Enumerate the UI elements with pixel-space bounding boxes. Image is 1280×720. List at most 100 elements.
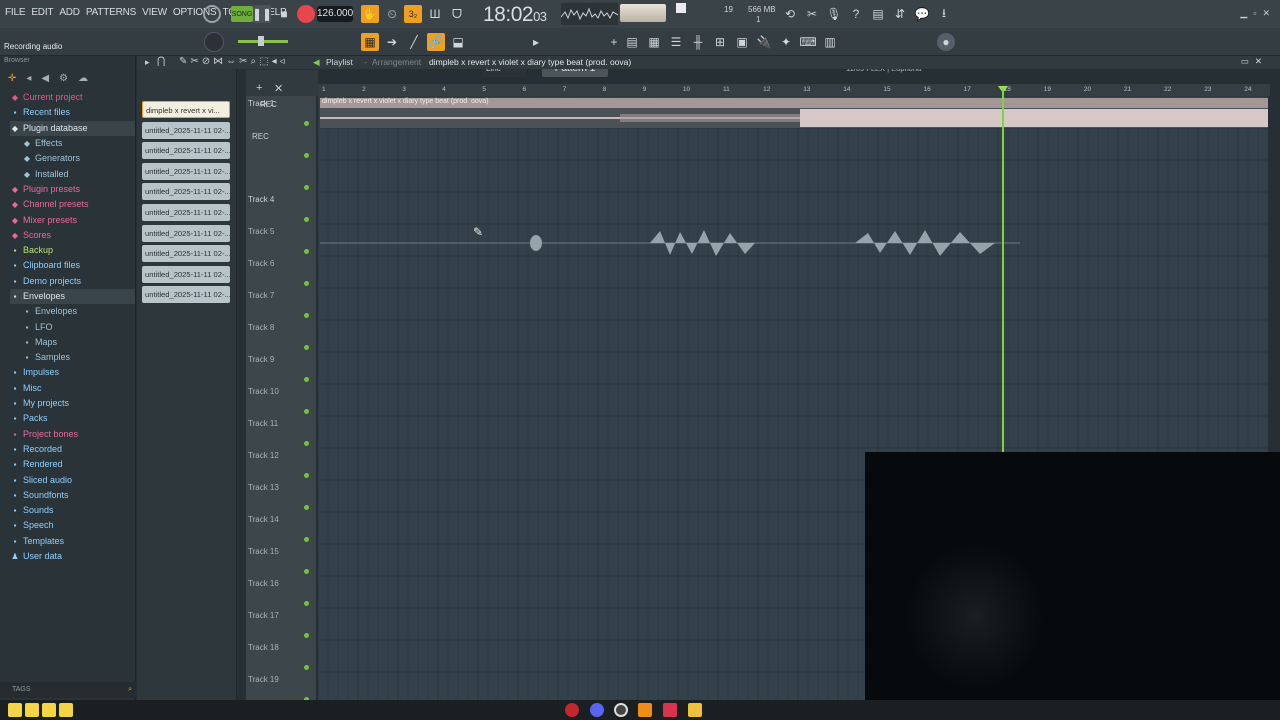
browser-toggle-icon[interactable]: ⊞ (711, 33, 729, 51)
browser-item-samples[interactable]: ▪ Samples (10, 350, 135, 365)
picker-clip[interactable]: untitled_2025-11-11 02-... (142, 183, 230, 201)
menu-edit[interactable]: EDIT (31, 7, 53, 18)
track-label[interactable]: Track 13 (248, 483, 279, 492)
track-label[interactable]: REC (252, 132, 269, 141)
opera-icon[interactable] (565, 703, 579, 717)
browser-back-icon[interactable]: ◂ (26, 73, 31, 84)
track-label[interactable]: Track 8 (248, 323, 274, 332)
track-label[interactable]: Track 7 (248, 291, 274, 300)
browser-item-rendered[interactable]: ▪ Rendered (10, 457, 135, 472)
browser-item-mixer-presets[interactable]: ◆ Mixer presets (10, 212, 135, 227)
track-mute-led[interactable] (304, 569, 309, 574)
browser-item-soundfonts[interactable]: ▪ Soundfonts (10, 488, 135, 503)
app-grid-icon[interactable] (663, 703, 677, 717)
chat-icon[interactable]: 💬 (913, 5, 931, 23)
master-volume-handle[interactable] (258, 36, 264, 46)
track-label[interactable]: Track 18 (248, 643, 279, 652)
shop-icon[interactable]: ▥ (821, 33, 839, 51)
browser-collapse-icon[interactable]: ◀ (41, 73, 49, 84)
track-label[interactable]: Track 15 (248, 547, 279, 556)
playlist-icon[interactable]: ▤ (623, 33, 641, 51)
track-mute-led[interactable] (304, 537, 309, 542)
menu-add[interactable]: ADD (59, 7, 80, 18)
browser-options-icon[interactable]: ✛ (8, 73, 16, 84)
draw-tool-icon[interactable]: ╱ (405, 33, 423, 51)
picker-clip[interactable]: untitled_2025-11-11 02-... (142, 162, 230, 180)
song-position-clock[interactable]: 18:0203 (483, 3, 547, 27)
channel-rack-icon[interactable]: ☰ (667, 33, 685, 51)
picker-clip[interactable]: untitled_2025-11-11 02-... (142, 142, 230, 160)
browser-item-sounds[interactable]: ▪ Sounds (10, 503, 135, 518)
track-label[interactable]: REC (260, 100, 277, 109)
browser-item-clipboard-files[interactable]: ▪ Clipboard files (10, 258, 135, 273)
start-tile-icon-2[interactable] (25, 703, 39, 717)
mixer-icon[interactable]: ╫ (689, 33, 707, 51)
track-mute-led[interactable] (304, 665, 309, 670)
picker-clip[interactable]: untitled_2025-11-11 02-... (142, 204, 230, 221)
browser-item-sliced-audio[interactable]: ▪ Sliced audio (10, 472, 135, 487)
microphone-icon[interactable]: 🎙 (825, 5, 843, 23)
browser-item-envelopes[interactable]: ▪ Envelopes (10, 304, 135, 319)
save-icon[interactable]: ▤ (869, 5, 887, 23)
browser-item-user-data[interactable]: ♟ User data (10, 549, 135, 564)
browser-item-scores[interactable]: ◆ Scores (10, 228, 135, 243)
countdown-icon[interactable]: 3₂ (404, 5, 422, 23)
track-mute-led[interactable] (304, 345, 309, 350)
browser-item-lfo[interactable]: ▪ LFO (10, 319, 135, 334)
track-mute-led[interactable] (304, 153, 309, 158)
picker-clip[interactable]: untitled_2025-11-11 02-... (142, 265, 230, 283)
picker-clip[interactable]: untitled_2025-11-11 02-... (142, 224, 230, 242)
menu-patterns[interactable]: PATTERNS (86, 7, 136, 18)
song-mode-button[interactable]: SONG (231, 6, 253, 22)
tags-bar[interactable]: TAGS ⌕ (0, 682, 136, 698)
track-label[interactable]: Track 6 (248, 259, 274, 268)
track-label[interactable]: Track 4 (248, 195, 274, 204)
step-edit-icon[interactable]: Ш (426, 5, 444, 23)
remove-track-icon[interactable]: ✕ (274, 82, 283, 95)
menu-file[interactable]: FILE (5, 7, 26, 18)
track-label[interactable]: Track 9 (248, 355, 274, 364)
stop-button[interactable]: ■ (275, 5, 293, 23)
track-label[interactable]: Track 17 (248, 611, 279, 620)
undo-icon[interactable]: ⟲ (781, 5, 799, 23)
start-tile-icon[interactable] (8, 703, 22, 717)
track-label[interactable]: Track 19 (248, 675, 279, 684)
browser-item-my-projects[interactable]: ▪ My projects (10, 396, 135, 411)
browser-item-current-project[interactable]: ◆ Current project (10, 90, 135, 105)
add-pattern-icon[interactable]: + (608, 33, 620, 51)
picker-clip[interactable]: dimpleb x revert x vi... (142, 101, 230, 118)
loop-record-icon[interactable]: ᗜ (448, 5, 466, 23)
master-pitch-knob[interactable] (204, 32, 224, 52)
browser-item-plugin-presets[interactable]: ◆ Plugin presets (10, 182, 135, 197)
browser-item-channel-presets[interactable]: ◆ Channel presets (10, 197, 135, 212)
timeline-ruler[interactable]: 1 2 3 4 5 6 7 8 9 10 11 12 13 14 15 16 17 18 19 20 21 22 23 24 (318, 84, 1270, 96)
online-status-icon[interactable]: ● (937, 33, 955, 51)
piano-roll-window-icon[interactable]: ▦ (645, 33, 663, 51)
track-mute-led[interactable] (304, 185, 309, 190)
discord-icon[interactable] (590, 703, 604, 717)
wait-input-icon[interactable]: ⏲ (383, 5, 401, 23)
plugin-picker-icon[interactable]: ▣ (733, 33, 751, 51)
track-mute-led[interactable] (304, 121, 309, 126)
browser-item-impulses[interactable]: ▪ Impulses (10, 365, 135, 380)
fl-studio-icon[interactable] (638, 703, 652, 717)
track-mute-led[interactable] (304, 473, 309, 478)
plug-icon[interactable]: 🔌 (755, 33, 773, 51)
tempo-display[interactable]: 126.000 (317, 6, 353, 22)
browser-item-maps[interactable]: ▪ Maps (10, 335, 135, 350)
picker-clip[interactable]: untitled_2025-11-11 02-... (142, 286, 230, 304)
master-volume-meter[interactable] (620, 4, 666, 22)
help-icon[interactable]: ? (847, 5, 865, 23)
add-track-icon[interactable]: + (256, 82, 262, 94)
menu-view[interactable]: VIEW (142, 7, 167, 18)
browser-item-recent-files[interactable]: ▪ Recent files (10, 105, 135, 120)
track-label[interactable]: Track 5 (248, 227, 274, 236)
browser-item-effects[interactable]: ◆ Effects (10, 136, 135, 151)
browser-item-demo-projects[interactable]: ▪ Demo projects (10, 274, 135, 289)
track-mute-led[interactable] (304, 409, 309, 414)
tempo-tap-icon[interactable]: ✦ (777, 33, 795, 51)
track-mute-led[interactable] (304, 601, 309, 606)
browser-item-packs[interactable]: ▪ Packs (10, 411, 135, 426)
window-controls[interactable]: ▁▫✕ (1240, 8, 1276, 19)
track-mute-led[interactable] (304, 313, 309, 318)
